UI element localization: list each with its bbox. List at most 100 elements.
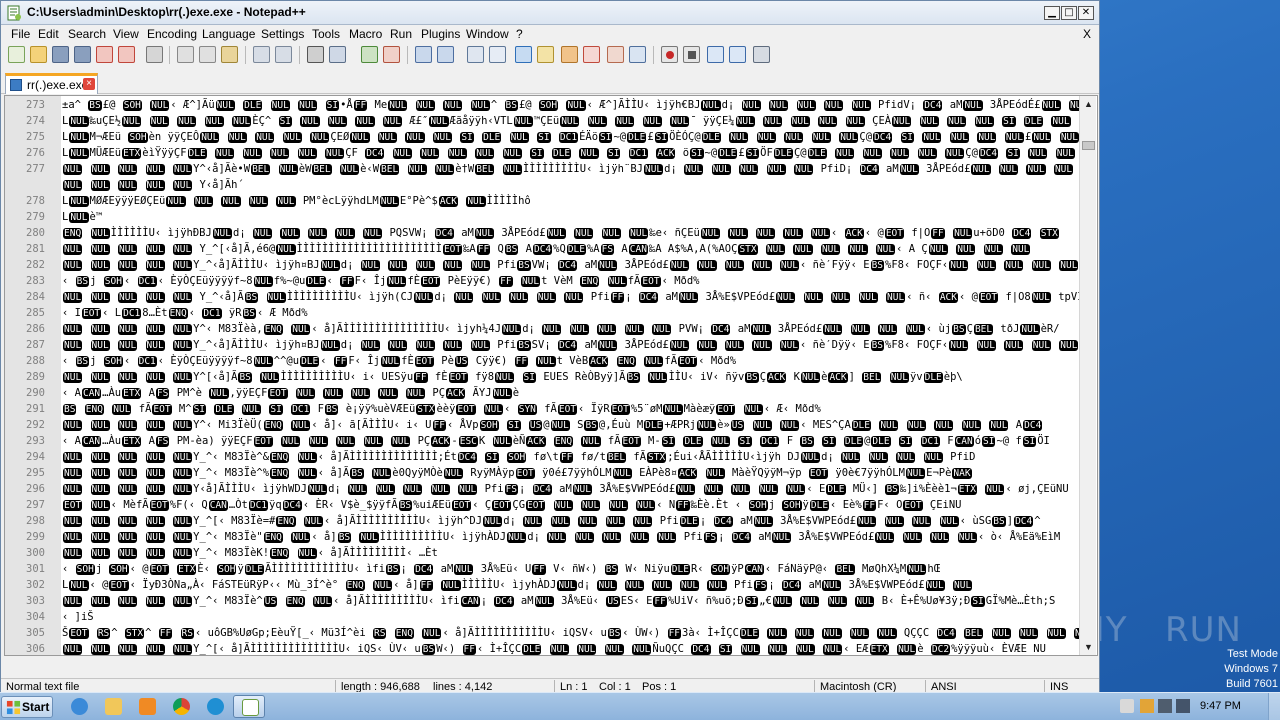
doc-map-icon[interactable] [537, 46, 554, 63]
show-all-chars-icon[interactable] [489, 46, 506, 63]
menu-encoding[interactable]: Encoding [147, 27, 197, 41]
taskbar-clock[interactable]: 9:47 PM [1200, 700, 1241, 712]
editor-line[interactable]: 284 NUL NUL NUL NUL NUL Y_^‹å]Ã BS NUL ÌÌÌÌ… [5, 289, 1079, 305]
copy-icon[interactable] [199, 46, 216, 63]
taskbar-ie[interactable] [63, 695, 95, 718]
taskbar-media-player[interactable] [131, 695, 163, 718]
editor-line[interactable]: 294 NUL NUL NUL NUL NUL Y_^‹ M83Ïè^& ENQ NU… [5, 449, 1079, 465]
editor-line[interactable]: 274 L NUL ‰uÇE½ NUL NUL NUL NUL NUL ÈÇ^ SI NU… [5, 113, 1079, 129]
open-file-icon[interactable] [30, 46, 47, 63]
menu-settings[interactable]: Settings [261, 27, 304, 41]
word-wrap-icon[interactable] [467, 46, 484, 63]
close-button[interactable]: ✕ [1078, 6, 1094, 20]
show-desktop-button[interactable] [1268, 693, 1280, 720]
editor-line[interactable]: 279 L NUL è™ [5, 209, 1079, 225]
taskbar-explorer[interactable] [97, 695, 129, 718]
scroll-thumb[interactable] [1082, 141, 1095, 150]
new-file-icon[interactable] [8, 46, 25, 63]
indent-guide-icon[interactable] [515, 46, 532, 63]
menu-run[interactable]: Run [390, 27, 412, 41]
menu-plugins[interactable]: Plugins [421, 27, 460, 41]
redo-icon[interactable] [275, 46, 292, 63]
menu-edit[interactable]: Edit [38, 27, 59, 41]
paste-icon[interactable] [221, 46, 238, 63]
scroll-down-arrow[interactable]: ▼ [1081, 639, 1096, 655]
replace-icon[interactable] [329, 46, 346, 63]
editor-line[interactable]: 273 ±a^ BS £@ SOH NUL ‹ Æ^]Ãü NUL DLE NUL NU… [5, 97, 1079, 113]
menu-help[interactable]: ? [516, 27, 523, 41]
play-macro-icon[interactable] [707, 46, 724, 63]
tab-rr-exe[interactable]: rr(.)exe.exe × [5, 73, 98, 94]
editor-line[interactable]: 277 NUL NUL NUL NUL NUL Y^‹å]Ãè•W BEL NUL èW… [5, 161, 1079, 177]
title-bar[interactable]: C:\Users\admin\Desktop\rr(.)exe.exe - No… [1, 1, 1099, 25]
volume-icon[interactable] [1176, 699, 1190, 713]
vertical-scrollbar[interactable]: ▲ ▼ [1079, 96, 1096, 655]
close-icon[interactable] [96, 46, 113, 63]
editor-line[interactable]: 293 ‹ A CAN …Àu ETX A FS PM-èa) ÿÿEÇF EOT NUL … [5, 433, 1079, 449]
monitoring-icon[interactable] [607, 46, 624, 63]
editor-line[interactable]: 280 ENQ NUL ÌÌÌÌÌÌU‹ ìjÿhÐBJ NUL d¡ NUL NUL … [5, 225, 1079, 241]
editor-line[interactable]: 299 NUL NUL NUL NUL NUL Y_^‹ M83Ïè" ENQ NUL… [5, 529, 1079, 545]
run-macro-multiple-icon[interactable] [729, 46, 746, 63]
record-macro-icon[interactable] [661, 46, 678, 63]
maximize-button[interactable]: □ [1061, 6, 1077, 20]
menu-search[interactable]: Search [68, 27, 106, 41]
editor-line[interactable]: 283 ‹ BS j SOH ‹ DC1 ‹ ÈÿÒÇEüÿÿÿÿf~8 NUL f%~@u… [5, 273, 1079, 289]
editor-line[interactable]: 306 NUL NUL NUL NUL NUL Y_^[‹ å]ÃÌÌÌÌÌÌÌÌÌ… [5, 641, 1079, 655]
editor-line[interactable]: 290 ‹ A CAN …Àu ETX A FS PM^è NUL ,ÿÿEÇF EOT NU… [5, 385, 1079, 401]
close-document-button[interactable]: X [1083, 27, 1091, 41]
shield-icon[interactable] [1140, 699, 1154, 713]
zoom-out-icon[interactable] [383, 46, 400, 63]
editor-line[interactable]: 305 Š EOT RS ^ STX ^ FF RS ‹ uôGB%UøGp;EèuŸ[_… [5, 625, 1079, 641]
save-macro-icon[interactable] [753, 46, 770, 63]
editor-line[interactable]: 298 NUL NUL NUL NUL NUL Y_^[‹ M83Ïè=# ENQ N… [5, 513, 1079, 529]
editor-line[interactable]: 278 L NUL MØÆEÿÿÿEØÇEü NUL NUL NUL NUL NUL P… [5, 193, 1079, 209]
editor-line[interactable]: 292 NUL NUL NUL NUL NUL Y^‹ Mi3ÏèÜ(ENQ NUL… [5, 417, 1079, 433]
taskbar-chrome[interactable] [165, 695, 197, 718]
scroll-up-arrow[interactable]: ▲ [1081, 96, 1096, 112]
editor-line[interactable]: 275 L NUL M¬ÆEü SOH èn ÿÿÇEÔ NUL NUL NUL NUL … [5, 129, 1079, 145]
function-list-icon[interactable] [561, 46, 578, 63]
editor-line[interactable]: 289 NUL NUL NUL NUL NUL Y^[‹å]Ã BS NUL ÌÌÌÌÌ… [5, 369, 1079, 385]
editor-line[interactable]: 296 NUL NUL NUL NUL NUL Y‹å]ÃÌÌÌU‹ ìjÿhWDJ… [5, 481, 1079, 497]
editor-line[interactable]: 300 NUL NUL NUL NUL NUL Y_^‹ M83ÏèK! ENQ NU… [5, 545, 1079, 561]
menu-language[interactable]: Language [202, 27, 255, 41]
editor-line[interactable]: 303 NUL NUL NUL NUL NUL Y_^‹ M83Ïè^ US ENQ … [5, 593, 1079, 609]
editor-line[interactable]: NUL NUL NUL NUL NUL Y‹å]Ãh´ [5, 177, 1079, 193]
save-all-icon[interactable] [74, 46, 91, 63]
editor-line[interactable]: 297 EOT NUL ‹ MèfÃ EOT %F(‹ Q CAN …Òt DC1 ÿq DC4 ‹… [5, 497, 1079, 513]
editor-line[interactable]: 288 ‹ BS j SOH ‹ DC1 ‹ ÈÿÒÇEüÿÿÿÿf~8 NUL ^^@u D… [5, 353, 1079, 369]
stop-macro-icon[interactable] [683, 46, 700, 63]
undo-icon[interactable] [253, 46, 270, 63]
tab-close-button[interactable]: × [83, 78, 95, 90]
eye-icon[interactable] [629, 46, 646, 63]
editor-line[interactable]: 276 L NUL MÜÆEü ETX èìŸÿÿÇF DLE NUL NUL NUL NU… [5, 145, 1079, 161]
print-icon[interactable] [146, 46, 163, 63]
menu-tools[interactable]: Tools [312, 27, 340, 41]
cut-icon[interactable] [177, 46, 194, 63]
taskbar-notepad-plus-plus[interactable] [233, 695, 265, 718]
start-button[interactable]: Start [1, 696, 53, 718]
action-center-icon[interactable] [1120, 699, 1134, 713]
editor-line[interactable]: 302 L NUL ‹ @ EOT ‹ ÏyÐ3ÒNa„À‹ FáSTEüRÿP‹‹ Mù… [5, 577, 1079, 593]
menu-file[interactable]: File [11, 27, 30, 41]
editor-line[interactable]: 291 BS ENQ NUL fÃ EOT M^ SI DLE NUL SI DC1 … [5, 401, 1079, 417]
zoom-in-icon[interactable] [361, 46, 378, 63]
folder-workspace-icon[interactable] [583, 46, 600, 63]
editor-line[interactable]: 286 NUL NUL NUL NUL NUL Y^‹ M83Ïèà, ENQ NUL… [5, 321, 1079, 337]
taskbar-edge[interactable] [199, 695, 231, 718]
close-all-icon[interactable] [118, 46, 135, 63]
network-icon[interactable] [1158, 699, 1172, 713]
sync-horizontal-icon[interactable] [437, 46, 454, 63]
editor-line[interactable]: 295 NUL NUL NUL NUL NUL Y_^‹ M83Ïè^% ENQ NU… [5, 465, 1079, 481]
editor-line[interactable]: 282 NUL NUL NUL NUL NUL Y_^‹å]ÃÌÌÌU‹ ìjÿh¤… [5, 257, 1079, 273]
sync-vertical-icon[interactable] [415, 46, 432, 63]
editor-pane[interactable]: 273 ±a^ BS £@ SOH NUL ‹ Æ^]Ãü NUL DLE NUL NU… [4, 95, 1098, 656]
menu-view[interactable]: View [113, 27, 139, 41]
find-icon[interactable] [307, 46, 324, 63]
minimize-button[interactable]: ▁ [1044, 6, 1060, 20]
editor-line[interactable]: 304 ‹ ]iŠ [5, 609, 1079, 625]
menu-macro[interactable]: Macro [349, 27, 382, 41]
editor-line[interactable]: 301 ‹ SOH j SOH ‹ @ EOT ETX È‹ SOH ÿ DLE ÃÌÌÌÌÌÌ… [5, 561, 1079, 577]
editor-line[interactable]: 287 NUL NUL NUL NUL NUL Y_^‹å]ÃÌÌÌU‹ ìjÿh¤… [5, 337, 1079, 353]
